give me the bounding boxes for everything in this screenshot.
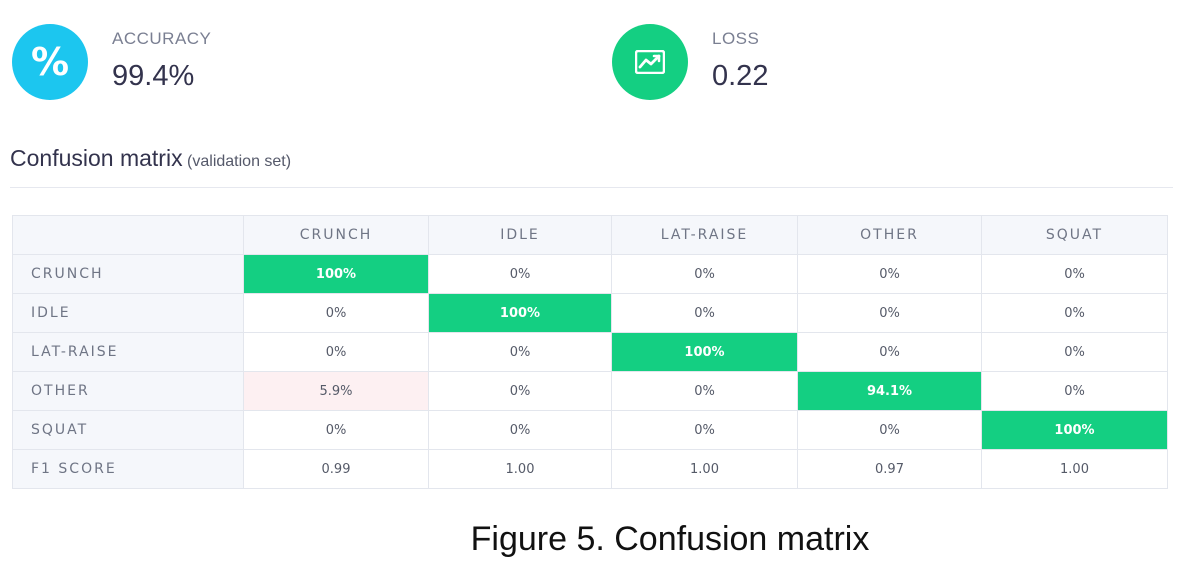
matrix-cell: 0%: [428, 254, 612, 294]
loss-value: 0.22: [712, 60, 769, 92]
table-row: CRUNCH 100% 0% 0% 0% 0%: [12, 254, 1168, 294]
table-row: LAT-RAISE 0% 0% 100% 0% 0%: [12, 332, 1168, 372]
matrix-cell: 0%: [243, 410, 429, 450]
f1-cell: 1.00: [611, 449, 798, 489]
f1-cell: 0.99: [243, 449, 429, 489]
f1-cell: 1.00: [428, 449, 612, 489]
matrix-cell: 0%: [428, 332, 612, 372]
corner-cell: [12, 215, 244, 255]
matrix-cell: 0%: [611, 371, 798, 411]
accuracy-value: 99.4%: [112, 60, 195, 92]
f1-cell: 0.97: [797, 449, 982, 489]
matrix-cell: 100%: [243, 254, 429, 294]
row-header: F1 SCORE: [12, 449, 244, 489]
column-header: OTHER: [797, 215, 982, 255]
table-header-row: CRUNCH IDLE LAT-RAISE OTHER SQUAT: [12, 215, 1168, 255]
row-header: CRUNCH: [12, 254, 244, 294]
loss-label: LOSS: [712, 29, 760, 48]
confusion-matrix-heading: Confusion matrix: [10, 145, 183, 171]
f1-score-row: F1 SCORE 0.99 1.00 1.00 0.97 1.00: [12, 449, 1168, 489]
percent-icon: %: [12, 24, 88, 100]
row-header: LAT-RAISE: [12, 332, 244, 372]
section-divider: [10, 187, 1173, 188]
row-header: IDLE: [12, 293, 244, 333]
confusion-matrix-subtitle: (validation set): [187, 153, 292, 170]
column-header: LAT-RAISE: [611, 215, 798, 255]
table-row: SQUAT 0% 0% 0% 0% 100%: [12, 410, 1168, 450]
matrix-cell: 0%: [611, 254, 798, 294]
matrix-cell: 0%: [981, 332, 1168, 372]
matrix-cell: 0%: [797, 293, 982, 333]
matrix-cell: 0%: [611, 293, 798, 333]
accuracy-label: ACCURACY: [112, 29, 212, 48]
confusion-matrix-title: Confusion matrix (validation set): [10, 145, 291, 172]
confusion-matrix-table: CRUNCH IDLE LAT-RAISE OTHER SQUAT CRUNCH…: [12, 215, 1168, 489]
f1-cell: 1.00: [981, 449, 1168, 489]
matrix-cell: 0%: [981, 371, 1168, 411]
table-row: IDLE 0% 100% 0% 0% 0%: [12, 293, 1168, 333]
matrix-cell: 0%: [981, 254, 1168, 294]
matrix-cell: 0%: [797, 254, 982, 294]
row-header: OTHER: [12, 371, 244, 411]
matrix-cell: 94.1%: [797, 371, 982, 411]
matrix-cell: 0%: [797, 410, 982, 450]
matrix-cell: 0%: [428, 410, 612, 450]
matrix-cell: 5.9%: [243, 371, 429, 411]
matrix-cell: 100%: [611, 332, 798, 372]
matrix-cell: 0%: [428, 371, 612, 411]
chart-trend-icon: [612, 24, 688, 100]
matrix-cell: 100%: [428, 293, 612, 333]
matrix-cell: 100%: [981, 410, 1168, 450]
column-header: SQUAT: [981, 215, 1168, 255]
matrix-cell: 0%: [611, 410, 798, 450]
matrix-cell: 0%: [243, 293, 429, 333]
matrix-cell: 0%: [243, 332, 429, 372]
table-row: OTHER 5.9% 0% 0% 94.1% 0%: [12, 371, 1168, 411]
column-header: CRUNCH: [243, 215, 429, 255]
figure-caption: Figure 5. Confusion matrix: [470, 520, 870, 558]
matrix-cell: 0%: [981, 293, 1168, 333]
column-header: IDLE: [428, 215, 612, 255]
matrix-cell: 0%: [797, 332, 982, 372]
row-header: SQUAT: [12, 410, 244, 450]
